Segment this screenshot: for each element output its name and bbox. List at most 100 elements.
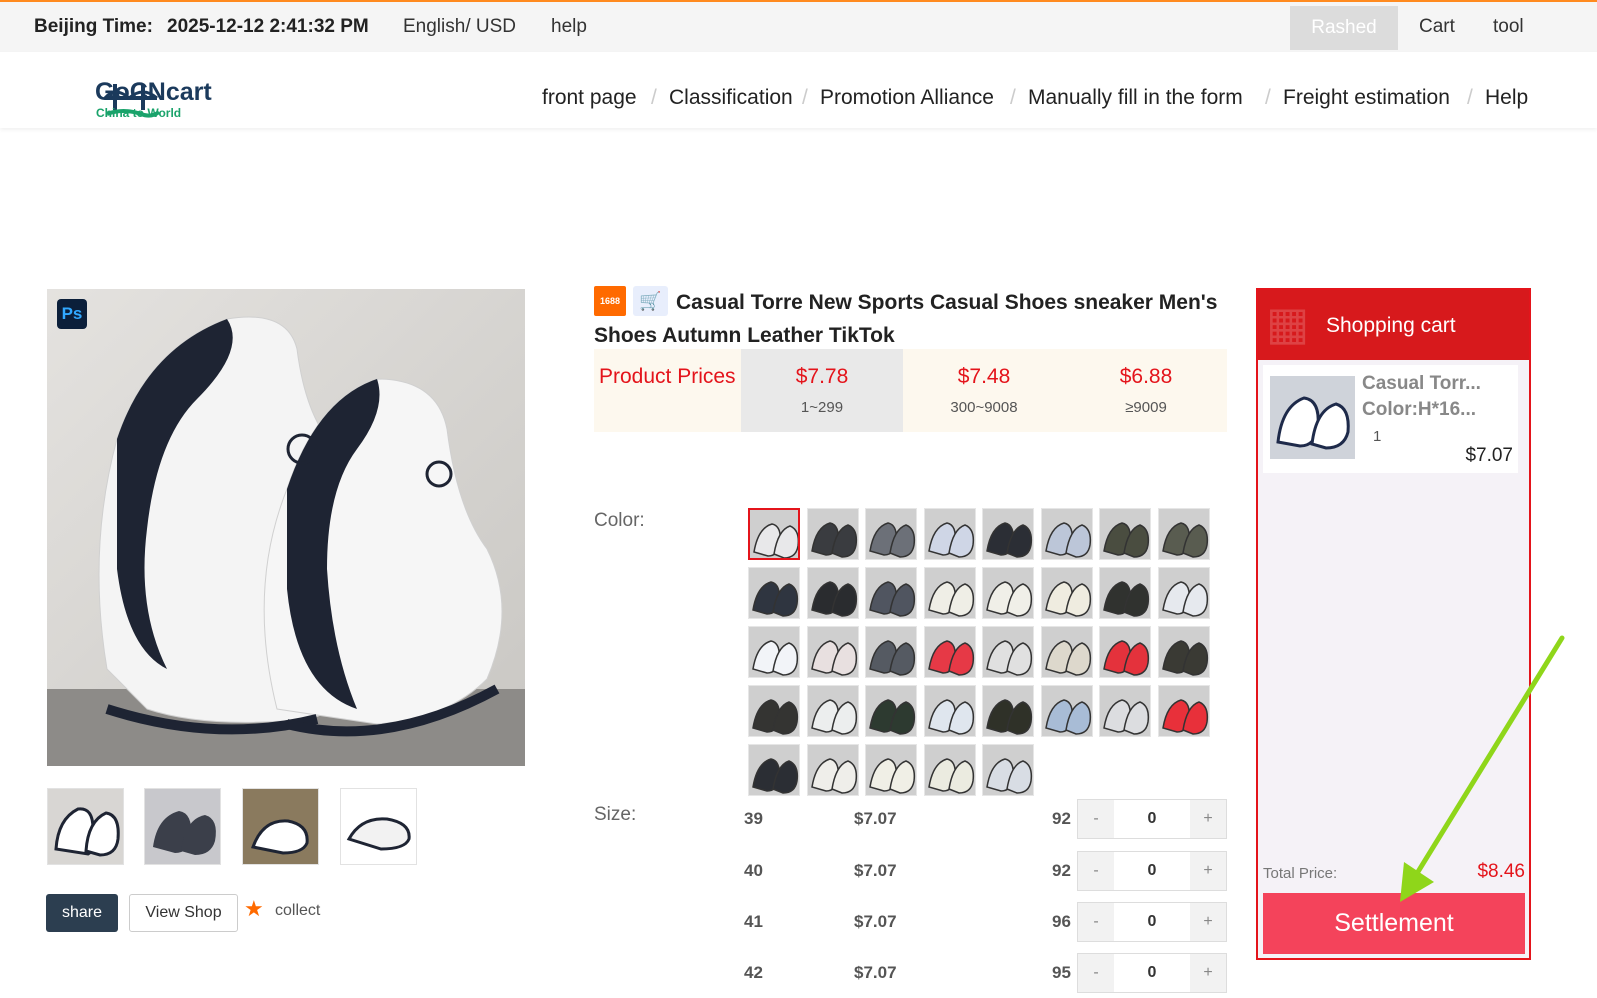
cart-item-quantity: 1 (1373, 428, 1382, 445)
decrement-button[interactable]: - (1078, 800, 1114, 838)
color-swatch[interactable] (923, 508, 976, 560)
quantity-stepper: - 0 + (1077, 851, 1227, 891)
color-swatch[interactable] (1099, 626, 1151, 678)
color-swatch[interactable] (982, 744, 1034, 796)
color-swatch[interactable] (865, 567, 917, 619)
logo-tagline: China to World (96, 106, 182, 120)
main-product-image[interactable]: Ps (47, 289, 525, 766)
quantity-input[interactable]: 0 (1114, 852, 1190, 890)
sneaker-swatch-image (1158, 568, 1209, 618)
tier-range: ≥9009 (1125, 399, 1167, 416)
price-tier-3: $6.88 ≥9009 (1065, 349, 1227, 432)
color-swatch[interactable] (1040, 567, 1093, 619)
tier-range: 300~9008 (950, 399, 1018, 416)
size-label: Size: (594, 804, 637, 825)
tool-link[interactable]: tool (1493, 16, 1524, 38)
increment-button[interactable]: + (1190, 903, 1226, 941)
user-account-button[interactable]: Rashed (1290, 6, 1398, 50)
color-swatch[interactable] (748, 685, 800, 737)
color-swatch[interactable] (923, 567, 976, 619)
cart-title: Shopping cart (1326, 314, 1456, 337)
color-swatch[interactable] (748, 744, 800, 796)
help-link[interactable]: help (551, 16, 587, 38)
color-swatch[interactable] (865, 744, 917, 796)
increment-button[interactable]: + (1190, 852, 1226, 890)
thumbnail-2[interactable] (144, 788, 221, 865)
collect-button[interactable]: ★ collect (244, 896, 320, 921)
thumbnail-1[interactable] (47, 788, 124, 865)
settlement-button[interactable]: Settlement (1263, 893, 1525, 954)
sneaker-swatch-image (807, 568, 858, 618)
decrement-button[interactable]: - (1078, 852, 1114, 890)
sneaker-swatch-image (1158, 509, 1209, 559)
color-swatch[interactable] (748, 567, 800, 619)
color-swatch[interactable] (748, 508, 800, 560)
quantity-input[interactable]: 0 (1114, 800, 1190, 838)
color-swatch[interactable] (865, 508, 917, 560)
nav-promotion-alliance[interactable]: Promotion Alliance (820, 86, 994, 110)
share-button[interactable]: share (46, 894, 118, 932)
color-swatch[interactable] (865, 685, 917, 737)
product-title: Casual Torre New Sports Casual Shoes sne… (594, 291, 1218, 347)
nav-classification[interactable]: Classification (669, 86, 793, 110)
size-stock: 92 (1052, 809, 1071, 828)
color-swatch[interactable] (982, 508, 1034, 560)
quantity-input[interactable]: 0 (1114, 903, 1190, 941)
color-swatch[interactable] (748, 626, 800, 678)
color-swatch[interactable] (1099, 567, 1151, 619)
color-swatch[interactable] (1157, 685, 1210, 737)
color-swatch[interactable] (1099, 508, 1151, 560)
color-swatch[interactable] (806, 744, 859, 796)
cart-item[interactable]: Casual Torr... Color:H*16... 1 $7.07 (1263, 365, 1518, 473)
size-stock: 92 (1052, 861, 1071, 880)
sneaker-swatch-image (983, 745, 1033, 795)
thumbnail-4[interactable] (340, 788, 417, 865)
cart-link[interactable]: Cart (1419, 16, 1455, 38)
color-swatch[interactable] (982, 567, 1034, 619)
thumbnail-3[interactable] (242, 788, 319, 865)
color-swatch[interactable] (1099, 685, 1151, 737)
increment-button[interactable]: + (1190, 954, 1226, 992)
nav-help[interactable]: Help (1485, 86, 1528, 110)
decrement-button[interactable]: - (1078, 903, 1114, 941)
sneaker-swatch-image (750, 510, 798, 558)
increment-button[interactable]: + (1190, 800, 1226, 838)
sneaker-swatch-image (749, 568, 799, 618)
language-currency-link[interactable]: English/ USD (403, 16, 516, 38)
color-swatch[interactable] (923, 685, 976, 737)
price-tier-2: $7.48 300~9008 (903, 349, 1065, 432)
sneaker-swatch-image (866, 745, 916, 795)
nav-separator: / (1010, 86, 1016, 109)
view-shop-button[interactable]: View Shop (129, 894, 238, 932)
nav-manual-form[interactable]: Manually fill in the form (1028, 86, 1243, 110)
color-swatch[interactable] (806, 626, 859, 678)
color-swatch[interactable] (806, 567, 859, 619)
color-swatch[interactable] (865, 626, 917, 678)
color-swatch[interactable] (806, 685, 859, 737)
color-swatch[interactable] (1040, 626, 1093, 678)
color-swatch[interactable] (982, 685, 1034, 737)
color-swatch[interactable] (923, 626, 976, 678)
size-value: 41 (744, 912, 763, 931)
color-swatch[interactable] (1157, 626, 1210, 678)
cart-item-price: $7.07 (1465, 445, 1513, 466)
color-swatch[interactable] (1040, 685, 1093, 737)
logo-name[interactable]: GoCNcart (95, 78, 212, 107)
sneaker-swatch-image (1041, 686, 1092, 736)
size-price: $7.07 (854, 963, 897, 982)
color-swatch[interactable] (923, 744, 976, 796)
quantity-input[interactable]: 0 (1114, 954, 1190, 992)
color-swatch[interactable] (1040, 508, 1093, 560)
nav-front-page[interactable]: front page (542, 86, 637, 110)
sneaker-swatch-image (749, 745, 799, 795)
shopping-cart-panel: ▦ Shopping cart Casual Torr... Color:H*1… (1256, 288, 1531, 960)
color-swatch[interactable] (806, 508, 859, 560)
color-swatch[interactable] (1157, 567, 1210, 619)
color-swatch[interactable] (982, 626, 1034, 678)
size-stock: 95 (1052, 963, 1071, 982)
size-row: 39 $7.07 92 - 0 + (744, 799, 1229, 839)
sneaker-swatch-image (807, 686, 858, 736)
nav-freight-estimation[interactable]: Freight estimation (1283, 86, 1450, 110)
decrement-button[interactable]: - (1078, 954, 1114, 992)
color-swatch[interactable] (1157, 508, 1210, 560)
